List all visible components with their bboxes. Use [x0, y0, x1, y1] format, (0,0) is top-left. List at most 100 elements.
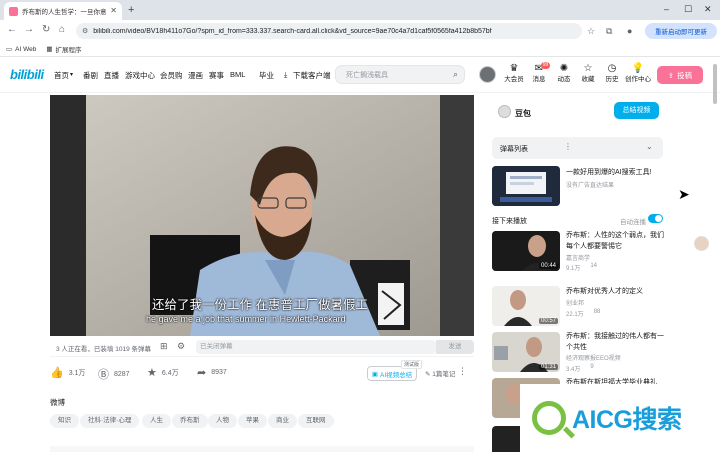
extension-icon[interactable]: ☆ — [587, 25, 595, 37]
autoplay-toggle[interactable] — [648, 214, 663, 223]
video-title[interactable]: 乔布斯：我接触过的伟人都有一个共性 — [566, 332, 670, 353]
nav-anime[interactable]: 番剧 — [83, 70, 98, 81]
tag-social-science[interactable]: 社科·法律·心理 — [80, 414, 140, 428]
video-thumbnail[interactable]: 01:31 — [492, 332, 560, 372]
coin-button[interactable]: Ⓑ 8287 — [98, 366, 130, 382]
floating-avatar[interactable] — [694, 236, 709, 251]
reload-icon[interactable]: ↻ — [42, 24, 50, 36]
profile-icon[interactable]: ● — [627, 25, 632, 37]
new-tab-icon[interactable]: + — [128, 3, 134, 17]
video-up-name[interactable]: 嘉言商学 — [566, 253, 590, 262]
home-icon[interactable]: ⌂ — [59, 24, 65, 36]
video-up-name[interactable]: 创业邦 — [566, 298, 584, 307]
notes-button[interactable]: ✎ 1篇笔记 — [425, 368, 455, 378]
video-duration: 01:31 — [538, 364, 558, 370]
url-text: bilibili.com/video/BV18h411o7Go/?spm_id_… — [93, 27, 492, 35]
nav-game-center[interactable]: 游戏中心 — [125, 70, 155, 81]
danmaku-settings-icon[interactable]: ⚙ — [177, 341, 185, 352]
favorite-button[interactable]: ★ 6.4万 — [147, 366, 179, 379]
search-box[interactable]: 死亡搁浅载具 ⌕ — [335, 65, 465, 84]
creator-icon: 💡 — [631, 63, 645, 74]
tab-close-icon[interactable]: ✕ — [110, 7, 117, 15]
site-info-icon[interactable]: ⚙ — [82, 27, 88, 35]
relaunch-button[interactable]: 重新启动即可更新 — [645, 23, 717, 39]
minimize-icon[interactable]: – — [664, 4, 669, 14]
search-icon[interactable]: ⌕ — [453, 69, 464, 80]
danmaku-list-panel[interactable]: 弹幕列表 ⋮ ⌄ — [492, 137, 663, 159]
viewers-count: 3 人正在看，已装填 1019 条弹幕 — [56, 346, 151, 353]
nav-manga[interactable]: 漫画 — [188, 70, 203, 81]
more-options-icon[interactable]: ⋮ — [458, 366, 467, 377]
header-vip[interactable]: ♛ 大会员 — [501, 63, 527, 84]
header-history-label: 历史 — [605, 76, 619, 83]
forward-icon[interactable]: → — [24, 24, 34, 36]
watermark-text: AICG搜索 — [572, 406, 682, 434]
ad-thumbnail[interactable] — [492, 166, 560, 206]
tab-title: 乔布斯的人生哲学：一旦你意识 — [22, 9, 107, 16]
video-title[interactable]: 乔布斯：人性的这个弱点，我们每个人都要警惕它 — [566, 231, 670, 252]
danmaku-send-button[interactable]: 发送 — [436, 340, 474, 354]
nav-esports[interactable]: 赛事 — [209, 70, 224, 81]
danmaku-toggle-icon[interactable]: ⊞ — [160, 341, 168, 352]
like-button[interactable]: 👍 3.1万 — [50, 366, 85, 379]
download-icon: ⤓ — [284, 70, 288, 79]
video-thumbnail[interactable]: 00:44 — [492, 231, 560, 271]
watermark-logo: AICG搜索 — [520, 384, 720, 452]
share-button[interactable]: ➦ 8937 — [197, 366, 227, 379]
share-count: 8937 — [211, 369, 227, 376]
upload-button[interactable]: ⇪ 投稿 — [657, 66, 703, 84]
video-danmaku: 14 — [590, 263, 598, 269]
header-dynamic[interactable]: ✺ 动态 — [551, 63, 577, 84]
notes-icon: ✎ — [425, 371, 431, 378]
maximize-icon[interactable]: ☐ — [684, 4, 692, 14]
bookmark-ai-web[interactable]: ▭ AI Web — [6, 45, 36, 54]
browser-tab[interactable]: 乔布斯的人生哲学：一旦你意识 ✕ — [4, 2, 122, 20]
bookmark-extensions[interactable]: ▦ 扩展程序 — [46, 44, 81, 54]
tag-business[interactable]: 商业 — [268, 414, 297, 428]
nav-live[interactable]: 直播 — [104, 70, 119, 81]
subtitle-english: he gave me a job that summer in Hewlett-… — [146, 314, 346, 324]
tag-person[interactable]: 人物 — [208, 414, 237, 428]
more-vertical-icon[interactable]: ⋮ — [564, 142, 572, 151]
magnifier-icon — [532, 401, 566, 435]
subtitle-chinese: 还给了我一份工作 在惠普工厂做暑假工 — [152, 298, 368, 312]
nav-mall[interactable]: 会员购 — [160, 70, 183, 81]
ad-image — [492, 166, 560, 206]
ad-title[interactable]: 一款好用到爆的AI搜索工具! — [566, 168, 670, 178]
tag-internet[interactable]: 互联网 — [298, 414, 334, 428]
bookmark-label: 扩展程序 — [55, 47, 82, 54]
danmaku-input[interactable]: 已关闭弹幕 — [196, 340, 436, 354]
header-creator[interactable]: 💡 创作中心 — [624, 63, 652, 84]
up-avatar[interactable] — [498, 105, 511, 118]
back-icon[interactable]: ← — [7, 24, 17, 36]
video-up-name[interactable]: 经济观察报EEO视频 — [566, 353, 621, 362]
page-scrollbar[interactable] — [713, 64, 717, 104]
nav-graduation[interactable]: 毕业 — [259, 70, 274, 81]
autoplay-label: 自动连播 — [620, 219, 646, 226]
chevron-down-icon[interactable]: ⌄ — [646, 142, 653, 151]
summarize-video-button[interactable]: 总结视频 — [614, 102, 659, 119]
tag-jobs[interactable]: 乔布斯 — [172, 414, 208, 428]
puzzle-icon[interactable]: ⧉ — [606, 25, 612, 37]
nav-bml[interactable]: BML — [230, 70, 245, 79]
tag-apple[interactable]: 苹果 — [238, 414, 267, 428]
bilibili-logo[interactable]: bilibili — [10, 67, 44, 82]
tag-life[interactable]: 人生 — [142, 414, 171, 428]
video-thumbnail[interactable]: 00:57 — [492, 286, 560, 326]
header-favorite[interactable]: ☆ 收藏 — [575, 63, 601, 84]
up-name[interactable]: 豆包 — [515, 108, 531, 119]
url-bar[interactable]: ⚙ bilibili.com/video/BV18h411o7Go/?spm_i… — [76, 23, 582, 39]
video-duration: 00:57 — [538, 318, 558, 324]
video-player[interactable]: 还给了我一份工作 在惠普工厂做暑假工 he gave me a job that… — [50, 95, 474, 336]
beta-tag: 测试版 — [401, 360, 423, 369]
tag-knowledge[interactable]: 知识 — [50, 414, 79, 428]
dynamic-icon: ✺ — [559, 63, 569, 74]
nav-home[interactable]: 首页 — [54, 70, 69, 81]
header-history[interactable]: ◷ 历史 — [599, 63, 625, 84]
search-input[interactable]: 死亡搁浅载具 — [346, 70, 453, 80]
video-title[interactable]: 乔布斯对优秀人才的定义 — [566, 287, 670, 298]
header-vip-label: 大会员 — [504, 76, 524, 83]
nav-download-client[interactable]: 下载客户端 — [293, 70, 331, 81]
close-window-icon[interactable]: ✕ — [704, 4, 712, 14]
user-avatar[interactable] — [479, 66, 496, 83]
